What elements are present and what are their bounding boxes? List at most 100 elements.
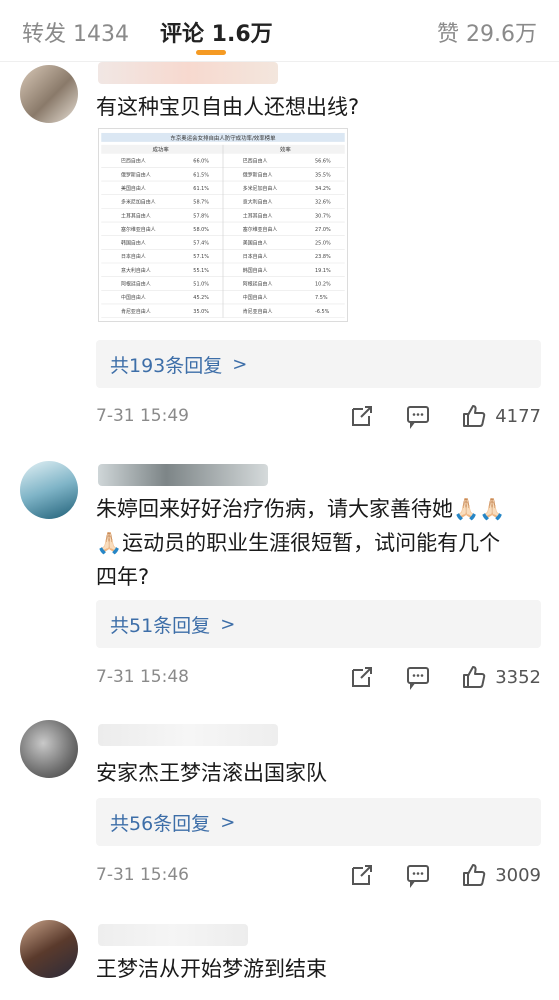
repost-icon[interactable] [349, 664, 375, 690]
comment-text-line: 🙏🏻运动员的职业生涯很短暂，试问能有几个 [96, 531, 501, 555]
comment-text-line: 朱婷回来好好治疗伤病，请大家善待她🙏🏻🙏🏻 [96, 497, 506, 521]
comment-text: 有这种宝贝自由人还想出线? [96, 95, 360, 119]
table-cell-team-left: 美国自由人 [121, 185, 146, 192]
table-cell-team-left: 意大利自由人 [121, 267, 151, 274]
table-cell-value-left: 57.8% [193, 213, 209, 219]
table-header-right: 效率 [280, 146, 291, 154]
table-cell-value-left: 57.1% [193, 254, 209, 260]
comment-meta: 7-31 15:46 3009 [96, 860, 541, 890]
avatar[interactable] [20, 920, 78, 978]
chevron-right-icon: > [220, 811, 236, 833]
table-cell-team-left: 韩国自由人 [121, 240, 146, 247]
comment-icon[interactable] [405, 403, 431, 429]
comment-actions: 3009 [319, 860, 541, 890]
table-cell-value-right: 10.2% [315, 282, 331, 288]
avatar[interactable] [20, 461, 78, 519]
table-cell-value-right: 19.1% [315, 268, 331, 274]
table-header-left: 成功率 [152, 146, 169, 154]
stats-table-image: 东京奥运会女排自由人防守成功率/效率榜单成功率 效率巴西自由人 66.0% 巴西自由人… [101, 132, 345, 318]
table-cell-value-left: 57.4% [193, 241, 209, 247]
table-cell-team-left: 土耳其自由人 [121, 212, 151, 219]
comment-text: 王梦洁从开始梦游到结束 [96, 957, 327, 981]
username-blurred[interactable] [98, 724, 278, 746]
like-count: 3009 [495, 864, 541, 886]
replies-count: 共193条回复 [110, 354, 223, 377]
like-icon[interactable] [461, 403, 487, 429]
tab-repost[interactable]: 转发 1434 [22, 16, 129, 48]
table-cell-team-right: 塞尔维亚自由人 [243, 226, 278, 233]
table-cell-team-left: 俄罗斯自由人 [121, 171, 151, 178]
table-cell-value-left: 58.7% [193, 200, 209, 206]
table-cell-team-left: 中国自由人 [121, 294, 146, 301]
table-cell-value-left: 55.1% [193, 268, 209, 274]
table-cell-team-right: 肯尼亚自由人 [243, 308, 273, 315]
table-cell-team-right: 中国自由人 [243, 294, 268, 301]
tab-comment[interactable]: 评论 1.6万 [160, 16, 273, 48]
view-replies-button[interactable]: 共51条回复 > [96, 600, 541, 648]
table-cell-value-right: 7.5% [315, 295, 328, 301]
table-cell-team-right: 阿根廷自由人 [243, 281, 273, 288]
tab-like[interactable]: 赞 29.6万 [437, 16, 537, 48]
like-count: 4177 [495, 405, 541, 427]
comment-meta: 7-31 15:49 4177 [96, 401, 541, 431]
like-count: 3352 [495, 666, 541, 688]
table-cell-value-left: 58.0% [193, 227, 209, 233]
repost-icon[interactable] [349, 403, 375, 429]
table-cell-value-right: 25.0% [315, 241, 331, 247]
table-title: 东京奥运会女排自由人防守成功率/效率榜单 [170, 134, 276, 142]
table-cell-team-right: 多米尼加自由人 [243, 185, 278, 192]
view-replies-button[interactable]: 共56条回复 > [96, 798, 541, 846]
replies-count: 共51条回复 [110, 614, 211, 637]
repost-icon[interactable] [349, 862, 375, 888]
table-cell-value-left: 45.2% [193, 295, 209, 301]
comment-time: 7-31 15:46 [96, 865, 189, 885]
view-replies-button[interactable]: 共193条回复 > [96, 340, 541, 388]
table-cell-team-left: 日本自由人 [121, 253, 146, 260]
username-blurred[interactable] [98, 62, 278, 84]
table-cell-value-right: 23.8% [315, 254, 331, 260]
table-cell-team-right: 韩国自由人 [243, 267, 268, 274]
like-icon[interactable] [461, 664, 487, 690]
table-cell-team-left: 巴西自由人 [121, 158, 146, 165]
table-cell-value-right: 35.5% [315, 172, 331, 178]
comment-actions: 4177 [319, 401, 541, 431]
table-cell-value-left: 61.1% [193, 186, 209, 192]
comment-image[interactable]: 东京奥运会女排自由人防守成功率/效率榜单 成功率 效率巴西自由人 66.0% 巴西自由人… [98, 128, 348, 322]
table-cell-value-left: 35.0% [193, 309, 209, 315]
table-cell-team-left: 阿根廷自由人 [121, 281, 151, 288]
table-cell-value-right: -6.5% [315, 309, 330, 315]
replies-count: 共56条回复 [110, 812, 211, 835]
username-blurred[interactable] [98, 464, 268, 486]
avatar[interactable] [20, 65, 78, 123]
table-cell-team-left: 肯尼亚自由人 [121, 308, 151, 315]
table-cell-team-right: 巴西自由人 [243, 158, 268, 165]
table-cell-value-left: 61.5% [193, 172, 209, 178]
like-icon[interactable] [461, 862, 487, 888]
table-cell-team-right: 意大利自由人 [243, 199, 273, 206]
active-tab-indicator [196, 50, 226, 55]
chevron-right-icon: > [232, 353, 248, 375]
table-cell-value-right: 30.7% [315, 213, 331, 219]
comment-text: 安家杰王梦洁滚出国家队 [96, 761, 327, 785]
comment-tabs: 转发 1434 评论 1.6万 赞 29.6万 [0, 0, 559, 62]
table-cell-value-left: 51.0% [193, 282, 209, 288]
comment-time: 7-31 15:48 [96, 667, 189, 687]
comment-text: 朱婷回来好好治疗伤病，请大家善待她🙏🏻🙏🏻 🙏🏻运动员的职业生涯很短暂，试问能有… [96, 492, 541, 594]
table-cell-value-right: 56.6% [315, 159, 331, 165]
table-cell-team-right: 美国自由人 [243, 240, 268, 247]
username-blurred[interactable] [98, 924, 248, 946]
comment-text-line: 四年? [96, 565, 150, 589]
comment-meta: 7-31 15:48 3352 [96, 662, 541, 692]
avatar[interactable] [20, 720, 78, 778]
comment-time: 7-31 15:49 [96, 406, 189, 426]
table-cell-value-left: 66.0% [193, 159, 209, 165]
comment-icon[interactable] [405, 664, 431, 690]
table-cell-team-left: 多米尼加自由人 [121, 199, 156, 206]
table-cell-team-right: 土耳其自由人 [243, 212, 273, 219]
table-cell-team-left: 塞尔维亚自由人 [121, 226, 156, 233]
table-cell-value-right: 27.0% [315, 227, 331, 233]
comment-actions: 3352 [319, 662, 541, 692]
table-cell-team-right: 俄罗斯自由人 [243, 171, 273, 178]
table-cell-value-right: 32.6% [315, 200, 331, 206]
comment-icon[interactable] [405, 862, 431, 888]
